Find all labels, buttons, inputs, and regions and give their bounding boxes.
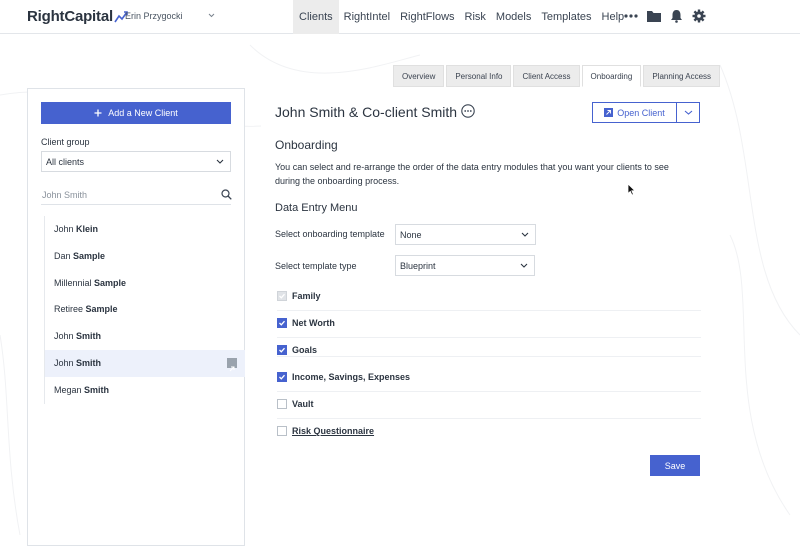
row-divider <box>277 356 701 357</box>
tab-client-access[interactable]: Client Access <box>513 65 580 87</box>
open-client-group: Open Client <box>592 102 700 123</box>
checkbox-checked[interactable] <box>277 345 287 355</box>
row-divider <box>277 391 701 392</box>
client-search-input[interactable]: John Smith <box>42 190 87 200</box>
module-vault[interactable]: Vault <box>277 399 314 409</box>
external-link-icon <box>604 108 614 117</box>
tab-onboarding[interactable]: Onboarding <box>581 65 642 87</box>
row-divider <box>277 337 701 338</box>
client-tabs: Overview Personal Info Client Access Onb… <box>393 65 722 87</box>
row-divider <box>277 310 701 311</box>
main-nav: Clients RightIntel RightFlows Risk Model… <box>293 0 629 34</box>
folder-icon[interactable] <box>647 10 661 22</box>
module-label: Vault <box>292 399 314 409</box>
nav-templates[interactable]: Templates <box>536 0 596 34</box>
search-icon[interactable] <box>221 189 232 200</box>
client-list: John Klein Dan Sample Millennial Sample … <box>44 216 245 404</box>
tab-personal-info[interactable]: Personal Info <box>446 65 512 87</box>
open-client-label: Open Client <box>617 107 665 118</box>
search-underline <box>41 204 231 205</box>
onboarding-panel: John Smith & Co-client Smith Open Client… <box>261 88 717 546</box>
template-label: Select onboarding template <box>275 229 385 239</box>
client-group-select[interactable]: All clients <box>41 151 231 172</box>
open-client-icon[interactable] <box>227 357 237 372</box>
nav-risk[interactable]: Risk <box>460 0 491 34</box>
module-label: Family <box>292 291 321 301</box>
data-entry-menu-title: Data Entry Menu <box>275 202 358 214</box>
open-client-dropdown[interactable] <box>677 103 699 122</box>
tab-planning-access[interactable]: Planning Access <box>643 65 721 87</box>
template-value: None <box>400 229 422 240</box>
onboarding-template-select[interactable]: None <box>395 224 536 245</box>
tab-overview[interactable]: Overview <box>393 65 445 87</box>
checkbox-checked[interactable] <box>277 372 287 382</box>
chevron-down-icon <box>216 159 224 164</box>
list-item-selected[interactable]: John Smith <box>45 349 245 377</box>
module-income-savings-expenses[interactable]: Income, Savings, Expenses <box>277 372 410 382</box>
list-item[interactable]: Megan Smith <box>45 377 245 404</box>
client-group-label: Client group <box>41 137 90 147</box>
app-logo[interactable]: RightCapital <box>27 8 128 25</box>
module-label: Income, Savings, Expenses <box>292 372 411 382</box>
module-net-worth[interactable]: Net Worth <box>277 318 335 328</box>
add-new-client-button[interactable]: Add a New Client <box>41 102 231 124</box>
row-divider <box>277 418 701 419</box>
module-family[interactable]: Family <box>277 291 321 301</box>
section-title: Onboarding <box>275 138 338 152</box>
page-title: John Smith & Co-client Smith <box>275 104 458 120</box>
list-item[interactable]: John Smith <box>45 323 245 350</box>
list-item[interactable]: Millennial Sample <box>45 270 245 297</box>
list-item[interactable]: Dan Sample <box>45 243 245 270</box>
plus-icon <box>94 109 102 117</box>
open-client-button[interactable]: Open Client <box>593 103 677 122</box>
more-options-icon[interactable] <box>461 104 475 118</box>
module-label-link[interactable]: Risk Questionnaire <box>292 426 374 436</box>
mouse-cursor-icon <box>627 183 636 196</box>
checkbox-unchecked[interactable] <box>277 426 287 436</box>
chevron-down-icon <box>520 263 528 268</box>
nav-clients[interactable]: Clients <box>293 0 339 34</box>
template-type-value: Blueprint <box>400 260 436 271</box>
chevron-down-icon <box>521 232 529 237</box>
more-icon[interactable] <box>624 13 638 19</box>
add-new-client-label: Add a New Client <box>108 108 178 118</box>
template-type-select[interactable]: Blueprint <box>395 255 535 276</box>
chevron-down-icon <box>684 110 692 115</box>
module-label: Net Worth <box>292 318 335 328</box>
logo-text: RightCapital <box>27 8 113 25</box>
user-dropdown-chevron-icon[interactable] <box>208 13 215 18</box>
nav-rightintel[interactable]: RightIntel <box>339 0 395 34</box>
client-group-value: All clients <box>46 156 85 167</box>
list-item[interactable]: Retiree Sample <box>45 296 245 323</box>
nav-models[interactable]: Models <box>491 0 536 34</box>
module-risk-questionnaire[interactable]: Risk Questionnaire <box>277 426 374 436</box>
user-name[interactable]: Erin Przygocki <box>125 11 183 21</box>
gear-icon[interactable] <box>692 9 706 23</box>
template-type-label: Select template type <box>275 261 357 271</box>
checkbox-unchecked[interactable] <box>277 399 287 409</box>
module-label: Goals <box>292 345 318 355</box>
list-item[interactable]: John Klein <box>45 216 245 243</box>
checkbox-checked[interactable] <box>277 318 287 328</box>
top-icons <box>624 9 706 23</box>
client-sidebar: Add a New Client Client group All client… <box>27 88 245 546</box>
module-goals[interactable]: Goals <box>277 345 317 355</box>
save-button[interactable]: Save <box>650 455 700 476</box>
bell-icon[interactable] <box>670 9 683 23</box>
checkbox-disabled <box>277 291 287 301</box>
top-navigation-bar: RightCapital Erin Przygocki Clients Righ… <box>0 0 800 34</box>
nav-rightflows[interactable]: RightFlows <box>395 0 459 34</box>
